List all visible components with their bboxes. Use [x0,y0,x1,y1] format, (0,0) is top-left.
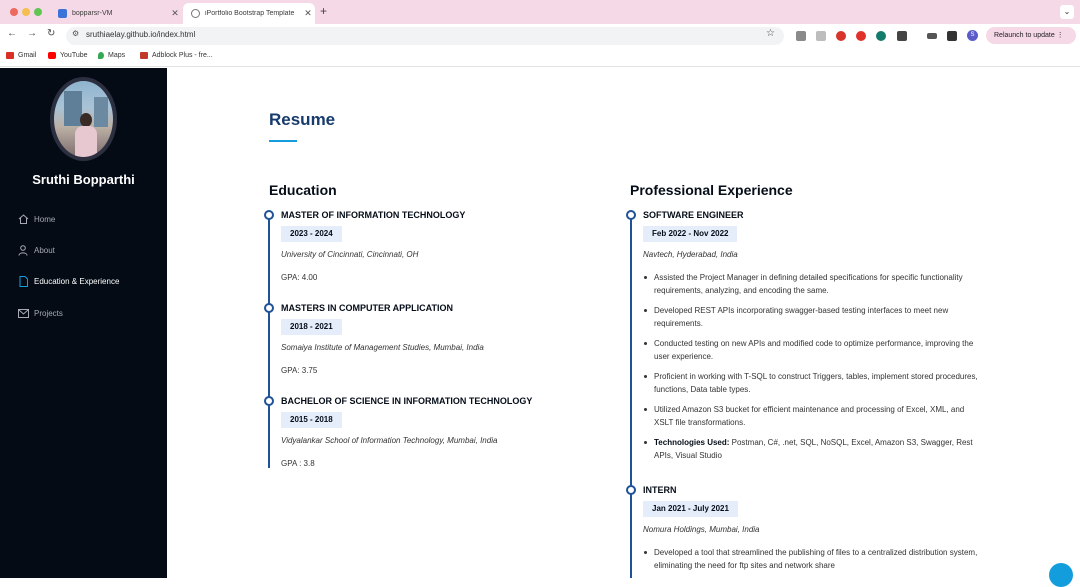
education-item-gpa: GPA: 3.75 [281,366,318,375]
envelope-icon [17,308,29,318]
section-title-underline [269,140,297,142]
house-icon [17,214,29,224]
extension-icon[interactable] [836,31,846,41]
list-item: Conducted testing on new APIs and modifi… [643,337,983,363]
profile-avatar[interactable]: S [967,30,978,41]
timeline-dot [264,210,274,220]
tab-bopparsr-vm[interactable]: bopparsr-VM ✕ [50,3,182,24]
youtube-icon [48,52,56,59]
list-item: Developed a tool that streamlined the pu… [643,546,983,572]
education-heading: Education [269,182,337,198]
experience-item-title: INTERN [643,485,677,495]
education-item-date: 2023 - 2024 [281,226,342,242]
close-tab-icon[interactable]: ✕ [301,8,315,19]
maximize-window-button[interactable] [34,8,42,16]
bookmark-maps[interactable]: Maps [98,52,125,59]
new-tab-icon[interactable]: + [320,4,327,18]
timeline-dot [264,303,274,313]
education-item-date: 2018 - 2021 [281,319,342,335]
timeline-dot [626,210,636,220]
profile-name: Sruthi Bopparthi [32,172,135,187]
list-item: Developed REST APIs incorporating swagge… [643,304,983,330]
nav-projects[interactable]: Projects [17,306,63,320]
education-item-title: BACHELOR OF SCIENCE IN INFORMATION TECHN… [281,396,533,406]
globe-favicon-icon [191,9,200,18]
close-window-button[interactable] [10,8,18,16]
education-item-title: MASTER OF INFORMATION TECHNOLOGY [281,210,466,220]
nav-education-experience[interactable]: Education & Experience [17,274,119,288]
education-item-gpa: GPA : 3.8 [281,459,315,468]
timeline-dot [264,396,274,406]
education-item-date: 2015 - 2018 [281,412,342,428]
tab-iportfolio[interactable]: iPortfolio Bootstrap Template ✕ [183,3,315,24]
relaunch-button[interactable]: Relaunch to update ⋮ [986,27,1076,44]
education-item-institution: Vidyalankar School of Information Techno… [281,436,498,445]
puzzle-icon[interactable] [897,31,907,41]
file-icon [17,275,29,287]
list-item: Assisted the Project Manager in defining… [643,271,983,297]
nav-home[interactable]: Home [17,212,55,226]
back-arrow-icon[interactable]: ← [7,28,17,39]
vm-favicon-icon [58,9,67,18]
back-to-top-button[interactable] [1049,563,1073,587]
forward-arrow-icon[interactable]: → [27,28,37,39]
experience-item-company: Navtech, Hyderabad, India [643,250,738,259]
experience-bullets: Developed a tool that streamlined the pu… [643,546,983,579]
experience-item-date: Feb 2022 - Nov 2022 [643,226,738,242]
browser-tab-bar: bopparsr-VM ✕ iPortfolio Bootstrap Templ… [0,0,1080,24]
extension-icon[interactable] [796,31,806,41]
gmail-icon [6,52,14,59]
side-panel-icon[interactable] [947,31,957,41]
bookmark-gmail[interactable]: Gmail [6,52,36,59]
section-title: Resume [269,110,336,129]
technologies-label: Technologies Used: [654,438,730,447]
education-item-institution: Somaiya Institute of Management Studies,… [281,343,484,352]
sidebar: Sruthi Bopparthi Home About Education & … [0,68,167,578]
reload-icon[interactable]: ↻ [47,28,55,39]
maps-pin-icon [98,52,104,59]
experience-item-title: SOFTWARE ENGINEER [643,210,744,220]
experience-heading: Professional Experience [630,182,793,198]
experience-bullets: Assisted the Project Manager in defining… [643,271,983,469]
reading-list-icon[interactable] [927,33,937,39]
list-item: Technologies Used: Postman, C#, .net, SQ… [643,436,983,462]
extension-icon[interactable] [816,31,826,41]
education-item-institution: University of Cincinnati, Cincinnati, OH [281,250,419,259]
chevron-down-icon[interactable]: ⌄ [1060,5,1074,19]
profile-photo [50,77,117,161]
extension-icon[interactable] [876,31,886,41]
minimize-window-button[interactable] [22,8,30,16]
list-item: Utilized Amazon S3 bucket for efficient … [643,403,983,429]
experience-item-date: Jan 2021 - July 2021 [643,501,738,517]
bookmark-adblock[interactable]: Adblock Plus - fre... [140,52,213,59]
bookmark-star-icon[interactable]: ☆ [766,28,775,39]
experience-item-company: Nomura Holdings, Mumbai, India [643,525,760,534]
bookmark-youtube[interactable]: YouTube [48,52,88,59]
url-text[interactable]: sruthiaelay.github.io/index.html [86,30,195,39]
list-item: Proficient in working with T-SQL to cons… [643,370,983,396]
timeline-dot [626,485,636,495]
education-timeline [268,214,270,468]
experience-timeline [630,214,632,578]
adblock-icon[interactable] [856,31,866,41]
site-settings-icon[interactable]: ⚙ [72,29,79,38]
nav-about[interactable]: About [17,243,55,257]
resume-section: Resume Education MASTER OF INFORMATION T… [167,68,1080,578]
close-tab-icon[interactable]: ✕ [168,8,182,19]
education-item-title: MASTERS IN COMPUTER APPLICATION [281,303,454,313]
education-item-gpa: GPA: 4.00 [281,273,318,282]
person-icon [17,244,29,256]
adblock-icon [140,52,148,59]
